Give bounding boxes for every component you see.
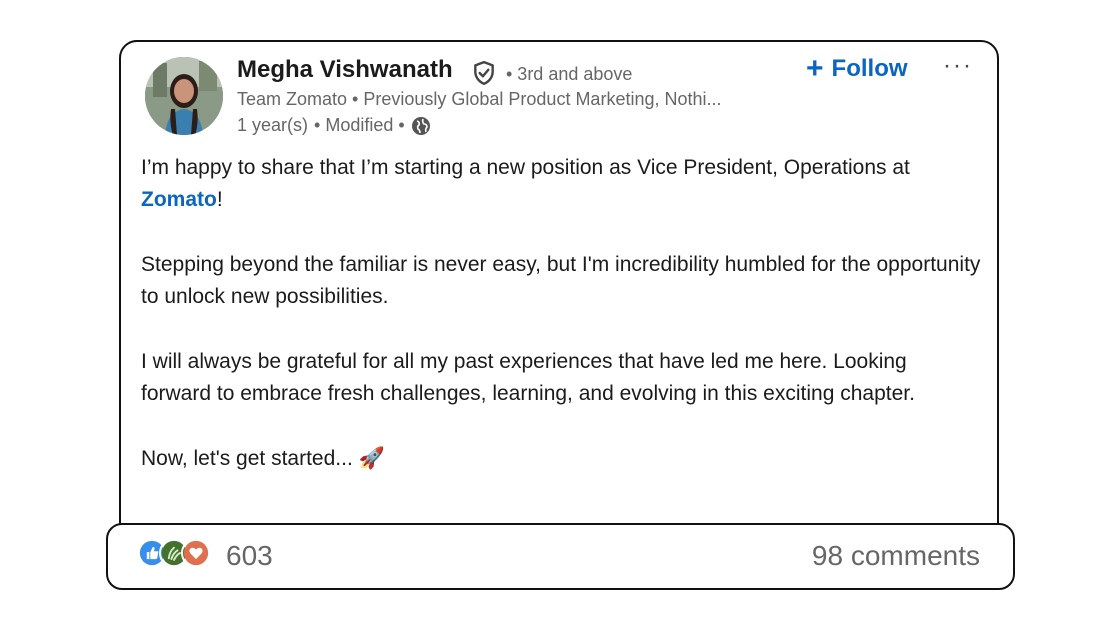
author-headline: Team Zomato • Previously Global Product … [237, 89, 722, 109]
post-text: I’m happy to share that I’m starting a n… [141, 156, 910, 179]
author-avatar[interactable] [145, 57, 223, 135]
company-mention-link[interactable]: Zomato [141, 188, 217, 211]
modified-label: • Modified • [314, 115, 405, 135]
follow-button[interactable]: + Follow [806, 52, 908, 85]
comments-count-link[interactable]: 98 comments [812, 540, 980, 572]
post-body: I’m happy to share that I’m starting a n… [141, 152, 981, 508]
post-paragraph-4: Now, let's get started... 🚀 [141, 447, 385, 470]
post-paragraph-3: I will always be grateful for all my pas… [141, 350, 915, 405]
follow-label: Follow [831, 55, 908, 82]
verified-shield-icon [474, 60, 494, 86]
post-paragraph-1: I’m happy to share that I’m starting a n… [141, 152, 981, 216]
more-options-button[interactable]: ··· [943, 52, 973, 80]
reaction-count[interactable]: 603 [226, 540, 273, 572]
love-icon [181, 538, 211, 568]
connection-degree: • 3rd and above [506, 64, 633, 84]
post-meta: 1 year(s) • Modified • [237, 115, 431, 136]
post-text-suffix: ! [216, 188, 223, 211]
plus-icon: + [806, 52, 824, 85]
post-paragraph-2: Stepping beyond the familiar is never ea… [141, 253, 981, 308]
reaction-icons[interactable] [137, 538, 211, 568]
author-name[interactable]: Megha Vishwanath [237, 56, 453, 84]
globe-icon [411, 116, 430, 135]
post-time: 1 year(s) [237, 115, 309, 135]
